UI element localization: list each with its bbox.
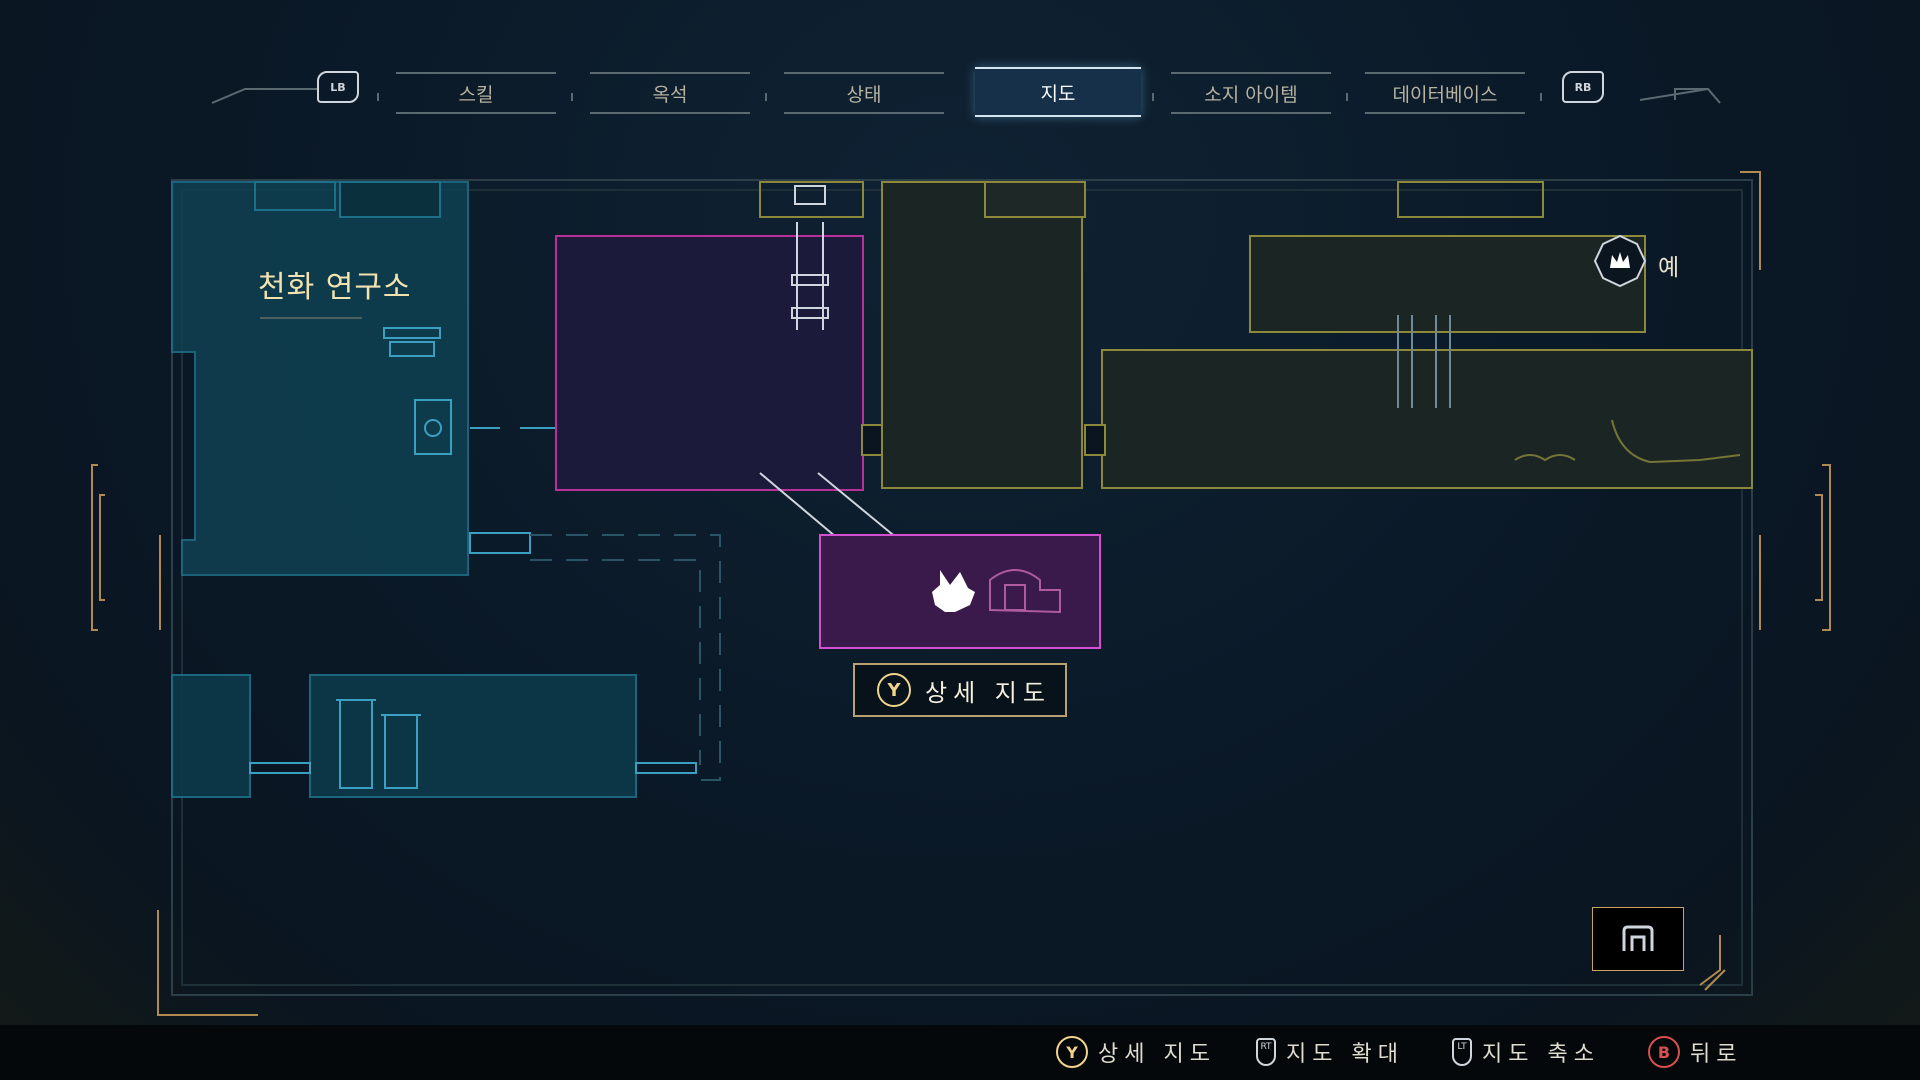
nav-decoration xyxy=(211,87,1721,104)
npc-marker xyxy=(1593,234,1647,288)
room-lower-left xyxy=(171,674,697,798)
tab-status[interactable]: 상태 xyxy=(784,72,944,114)
y-button-icon: Y xyxy=(877,673,911,707)
hint-label: 뒤로 xyxy=(1690,1042,1743,1067)
tab-map[interactable]: 지도 xyxy=(975,67,1141,117)
rt-trigger-icon: RT xyxy=(1256,1038,1276,1066)
hint-label: 상세 지도 xyxy=(1098,1042,1216,1067)
tab-database[interactable]: 데이터베이스 xyxy=(1365,72,1525,114)
top-navigation: LB 스킬 옥석 상태 지도 소지 아이템 데이터베이스 RB xyxy=(0,55,1920,125)
area-name: 천화 연구소 xyxy=(258,270,412,305)
lt-trigger-icon: LT xyxy=(1452,1038,1472,1066)
lb-bumper-icon[interactable]: LB xyxy=(317,71,359,103)
npc-label: 예 xyxy=(1658,255,1680,281)
hint-back[interactable]: B 뒤로 xyxy=(1648,1035,1742,1069)
detail-map-label: 상세 지도 xyxy=(925,678,1051,707)
room-olive xyxy=(861,181,1753,489)
tab-inventory[interactable]: 소지 아이템 xyxy=(1171,72,1331,114)
map-toggle-icon xyxy=(1622,925,1654,951)
room-lab xyxy=(171,181,469,576)
hint-zoom-out[interactable]: LT 지도 축소 xyxy=(1452,1035,1600,1069)
hint-detail-map[interactable]: Y 상세 지도 xyxy=(1056,1035,1216,1069)
hint-zoom-in[interactable]: RT 지도 확대 xyxy=(1256,1035,1404,1069)
tab-skills[interactable]: 스킬 xyxy=(396,72,556,114)
detail-map-prompt[interactable]: Y 상세 지도 xyxy=(853,663,1067,717)
hint-label: 지도 확대 xyxy=(1286,1042,1404,1067)
bottom-hint-bar xyxy=(0,1025,1920,1080)
rb-bumper-icon[interactable]: RB xyxy=(1562,71,1604,103)
y-button-icon: Y xyxy=(1056,1036,1088,1068)
b-button-icon: B xyxy=(1648,1036,1680,1068)
map-toggle-button[interactable] xyxy=(1592,907,1684,971)
tab-jade[interactable]: 옥석 xyxy=(590,72,750,114)
hint-label: 지도 축소 xyxy=(1482,1042,1600,1067)
